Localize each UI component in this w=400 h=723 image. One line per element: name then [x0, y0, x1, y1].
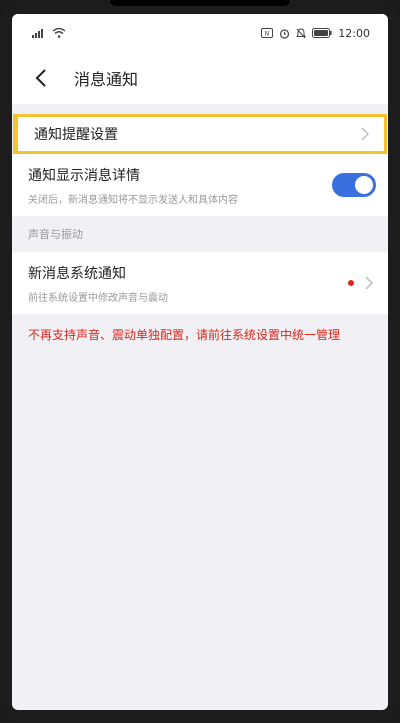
chevron-right-icon	[365, 276, 374, 290]
nav-bar: 消息通知	[12, 52, 388, 104]
nfc-icon: N	[261, 28, 274, 38]
status-time: 12:00	[338, 26, 370, 40]
reminder-settings-row[interactable]: 通知提醒设置	[13, 114, 387, 154]
red-dot-badge	[348, 280, 354, 286]
phone-notch	[110, 0, 290, 6]
show-details-row: 通知显示消息详情 关闭后，新消息通知将不显示发送人和具体内容	[12, 154, 388, 216]
system-notify-label: 新消息系统通知	[28, 265, 126, 282]
chevron-left-icon	[35, 69, 46, 87]
reminder-settings-label: 通知提醒设置	[34, 127, 118, 143]
system-notify-row[interactable]: 新消息系统通知 前往系统设置中修改声音与震动	[12, 252, 388, 314]
show-details-sub: 关闭后，新消息通知将不显示发送人和具体内容	[28, 194, 238, 206]
system-notify-text: 新消息系统通知 前往系统设置中修改声音与震动	[28, 263, 168, 304]
show-details-toggle[interactable]	[332, 173, 376, 197]
warning-text: 不再支持声音、震动单独配置，请前往系统设置中统一管理	[28, 328, 341, 342]
wifi-icon	[52, 28, 66, 38]
mute-icon	[296, 27, 307, 38]
show-details-label: 通知显示消息详情	[28, 167, 140, 184]
signal-icon	[32, 29, 43, 38]
status-left	[32, 28, 66, 38]
back-button[interactable]	[30, 67, 52, 89]
screen: N 12:00 消息通知 通知提醒设置 通知显示消息详情 关闭后，新消息通知将不…	[12, 14, 388, 710]
system-notify-sub: 前往系统设置中修改声音与震动	[28, 292, 168, 304]
phone-frame: N 12:00 消息通知 通知提醒设置 通知显示消息详情 关闭后，新消息通知将不…	[0, 0, 400, 723]
status-right: N 12:00	[261, 27, 370, 40]
status-bar: N 12:00	[12, 14, 388, 52]
spacer	[12, 104, 388, 114]
battery-icon	[312, 28, 332, 38]
chevron-right-icon	[361, 127, 370, 141]
svg-text:N: N	[265, 31, 270, 38]
show-details-text: 通知显示消息详情 关闭后，新消息通知将不显示发送人和具体内容	[28, 165, 238, 206]
toggle-knob	[355, 176, 373, 194]
page-title: 消息通知	[74, 70, 139, 89]
section-header: 声音与振动	[12, 216, 388, 252]
alarm-icon	[280, 28, 290, 39]
